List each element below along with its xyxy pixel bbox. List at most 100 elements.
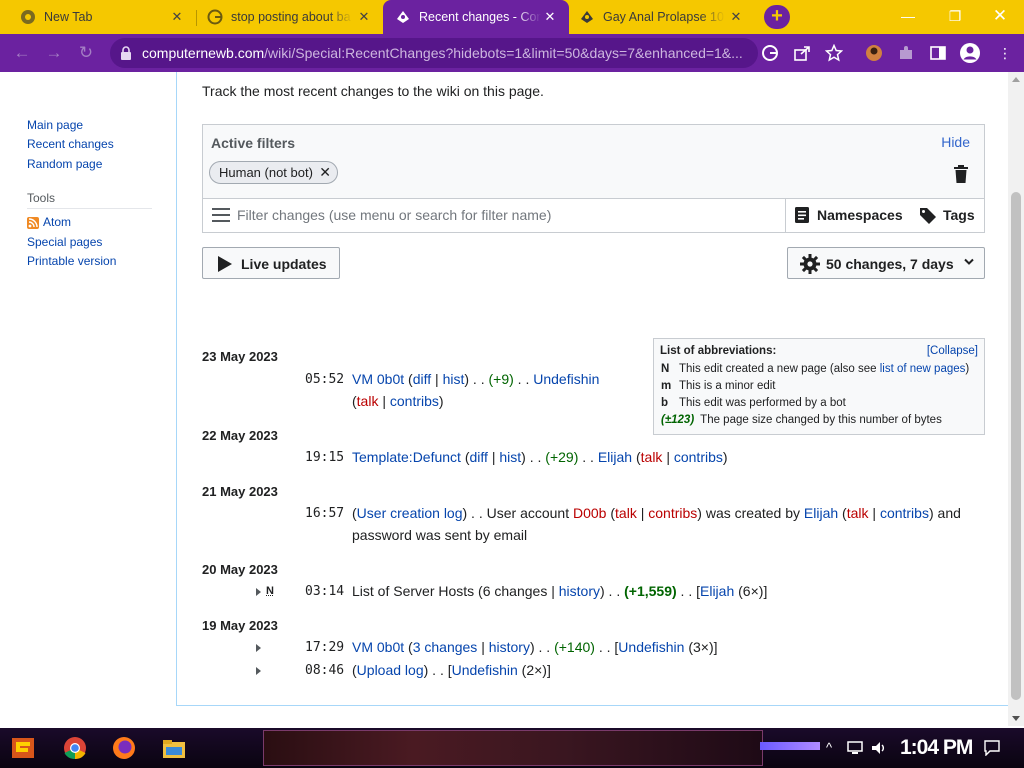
taskbar-clock[interactable]: 1:04 PM <box>900 736 973 760</box>
address-bar[interactable]: computernewb.com/wiki/Special:RecentChan… <box>110 38 758 68</box>
contribs-link[interactable]: contribs <box>390 393 439 409</box>
namespaces-button[interactable]: Namespaces <box>785 199 915 232</box>
sidebar-link-printable-version[interactable]: Printable version <box>27 254 116 268</box>
change-time: 19:15 <box>305 450 345 465</box>
share-icon[interactable] <box>793 44 811 62</box>
page-link[interactable]: VM 0b0t <box>352 639 404 655</box>
expand-arrow-icon[interactable] <box>256 644 261 652</box>
chrome-taskbar-icon[interactable] <box>61 734 89 762</box>
menu-kebab-icon[interactable]: ⋮ <box>994 42 1016 64</box>
hamburger-menu-icon[interactable] <box>212 208 230 222</box>
start-icon[interactable] <box>10 734 38 762</box>
close-tab-icon[interactable]: ✕ <box>729 10 743 24</box>
google-lens-icon[interactable] <box>761 44 779 62</box>
account-link[interactable]: D00b <box>573 505 606 521</box>
talk-link[interactable]: talk <box>357 393 379 409</box>
abbr-text: This edit created a new page (also see <box>679 363 880 375</box>
extensions-puzzle-icon[interactable] <box>897 44 915 62</box>
tags-button[interactable]: Tags <box>915 199 984 232</box>
minimize-button[interactable]: — <box>888 4 928 28</box>
page-link[interactable]: Template:Defunct <box>352 449 461 465</box>
scrollbar-thumb[interactable] <box>1011 192 1021 700</box>
back-icon[interactable]: ← <box>11 42 33 64</box>
diff-link[interactable]: diff <box>413 371 431 387</box>
edit-count: (6×) <box>738 583 764 599</box>
user-creation-log-link[interactable]: User creation log <box>357 505 463 521</box>
active-filters-area: Active filters Hide Human (not bot) ✕ <box>203 125 984 199</box>
side-panel-icon[interactable] <box>929 44 947 62</box>
close-tab-icon[interactable]: ✕ <box>357 10 371 24</box>
changes-settings-button[interactable]: 50 changes, 7 days <box>787 247 985 279</box>
url-text[interactable]: computernewb.com/wiki/Special:RecentChan… <box>142 45 752 61</box>
expand-arrow-icon[interactable] <box>256 667 261 675</box>
filter-search-input[interactable]: Filter changes (use menu or search for f… <box>237 207 551 223</box>
talk-link[interactable]: talk <box>615 505 637 521</box>
close-tab-icon[interactable]: ✕ <box>170 10 184 24</box>
list-of-new-pages-link[interactable]: list of new pages <box>880 363 966 375</box>
close-tab-icon[interactable]: ✕ <box>543 10 557 24</box>
close-window-button[interactable]: ✕ <box>980 4 1020 28</box>
hist-link[interactable]: hist <box>443 371 465 387</box>
filter-chip-human[interactable]: Human (not bot) ✕ <box>209 161 338 184</box>
sidebar-link-atom[interactable]: Atom <box>43 215 71 229</box>
changes-count[interactable]: 6 changes <box>483 583 548 599</box>
trash-icon[interactable] <box>954 165 968 183</box>
page-link[interactable]: VM 0b0t <box>352 371 404 387</box>
talk-link[interactable]: talk <box>641 449 663 465</box>
scroll-up-icon[interactable] <box>1012 77 1020 82</box>
contribs-link[interactable]: contribs <box>648 505 697 521</box>
tab-google-search[interactable]: stop posting about ba ✕ <box>197 0 383 34</box>
user-link[interactable]: Elijah <box>598 449 632 465</box>
sidebar-link-recent-changes[interactable]: Recent changes <box>27 137 114 151</box>
user-link[interactable]: Undefishin <box>618 639 684 655</box>
change-row: Template:Defunct (diff | hist) . . (+29)… <box>352 449 728 465</box>
chevron-down-icon <box>964 258 974 265</box>
tag-icon <box>920 208 936 224</box>
vertical-scrollbar[interactable] <box>1008 72 1024 726</box>
tray-chevron-icon[interactable]: ^ <box>826 740 832 755</box>
volume-icon[interactable] <box>870 740 888 756</box>
scroll-down-icon[interactable] <box>1012 716 1020 721</box>
firefox-icon[interactable] <box>110 734 138 762</box>
play-icon <box>218 256 232 272</box>
diff-link[interactable]: diff <box>470 449 488 465</box>
remove-filter-icon[interactable]: ✕ <box>319 164 331 181</box>
notifications-icon[interactable] <box>984 740 1000 756</box>
bookmark-star-icon[interactable] <box>825 44 843 62</box>
profile-icon[interactable] <box>959 42 981 64</box>
contribs-link[interactable]: contribs <box>880 505 929 521</box>
file-explorer-icon[interactable] <box>160 734 188 762</box>
user-link[interactable]: Elijah <box>804 505 838 521</box>
user-link[interactable]: Elijah <box>700 583 734 599</box>
sidebar-link-main-page[interactable]: Main page <box>27 118 83 132</box>
tab-recent-changes[interactable]: Recent changes - Com ✕ <box>383 0 569 34</box>
tab-other-wiki[interactable]: Gay Anal Prolapse 10 ✕ <box>569 0 755 34</box>
day-heading: 20 May 2023 <box>202 562 278 577</box>
history-link[interactable]: history <box>559 583 600 599</box>
upload-log-link[interactable]: Upload log <box>357 662 424 678</box>
changes-count[interactable]: 3 changes <box>413 639 478 655</box>
lock-icon[interactable] <box>120 46 132 60</box>
user-link[interactable]: Undefishin <box>452 662 518 678</box>
network-icon[interactable] <box>846 740 864 756</box>
collapse-link[interactable]: [Collapse] <box>927 345 978 357</box>
restore-button[interactable]: ❐ <box>935 4 975 28</box>
talk-link[interactable]: talk <box>847 505 869 521</box>
change-row: VM 0b0t (diff | hist) . . (+9) . . Undef… <box>352 371 600 387</box>
hist-link[interactable]: hist <box>499 449 521 465</box>
extension-avatar-icon[interactable] <box>865 44 883 62</box>
reload-icon[interactable]: ↻ <box>75 42 97 64</box>
url-path: /wiki/Special:RecentChanges?hidebots=1&l… <box>264 45 743 61</box>
contribs-link[interactable]: contribs <box>674 449 723 465</box>
live-updates-button[interactable]: Live updates <box>202 247 340 279</box>
sidebar-link-random-page[interactable]: Random page <box>27 157 102 171</box>
tab-new-tab[interactable]: New Tab ✕ <box>0 0 196 34</box>
history-link[interactable]: history <box>489 639 530 655</box>
tab-strip: New Tab ✕ stop posting about ba ✕ Recent… <box>0 0 1024 34</box>
user-link[interactable]: Undefishin <box>533 371 599 387</box>
hide-filters-link[interactable]: Hide <box>941 134 970 150</box>
expand-arrow-icon[interactable] <box>256 588 261 596</box>
new-tab-button[interactable]: + <box>764 5 790 29</box>
sidebar-link-special-pages[interactable]: Special pages <box>27 235 102 249</box>
forward-icon[interactable]: → <box>43 42 65 64</box>
